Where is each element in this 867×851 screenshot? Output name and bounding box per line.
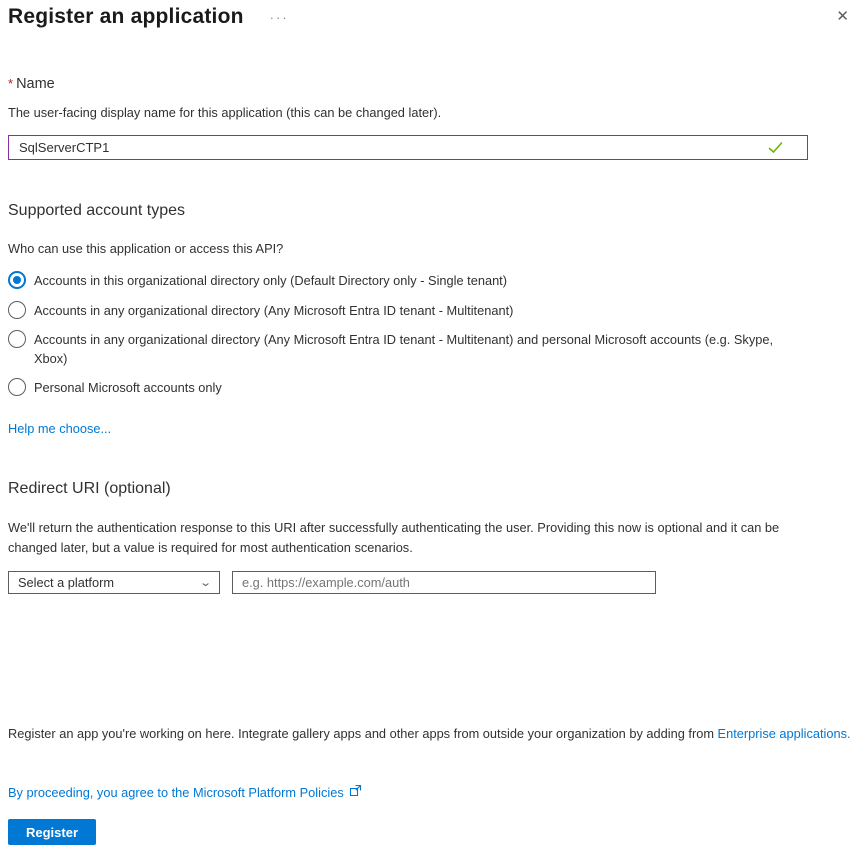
- radio-option-label: Accounts in any organizational directory…: [34, 302, 514, 318]
- radio-unselected-icon[interactable]: [8, 378, 26, 397]
- platform-select-value: Select a platform: [18, 575, 115, 591]
- radio-option-personal-only[interactable]: Personal Microsoft accounts only: [8, 378, 859, 398]
- radio-unselected-icon[interactable]: [8, 330, 26, 349]
- radio-option-multitenant[interactable]: Accounts in any organizational directory…: [8, 300, 859, 321]
- name-input-wrapper: [8, 135, 808, 160]
- enterprise-applications-link[interactable]: Enterprise applications: [718, 726, 847, 741]
- redirect-uri-input[interactable]: [232, 571, 656, 595]
- app-name-input[interactable]: [8, 135, 808, 160]
- radio-option-single-tenant[interactable]: Accounts in this organizational director…: [8, 271, 859, 291]
- platform-policies-link[interactable]: By proceeding, you agree to the Microsof…: [8, 785, 344, 800]
- redirect-uri-controls: Select a platform ⌄: [8, 571, 859, 595]
- close-icon[interactable]: ✕: [836, 9, 849, 24]
- redirect-uri-heading: Redirect URI (optional): [8, 479, 171, 497]
- enterprise-apps-note: Register an app you're working on here. …: [8, 726, 860, 741]
- platform-policies-line: By proceeding, you agree to the Microsof…: [8, 784, 362, 800]
- page-title: Register an application: [8, 5, 244, 28]
- redirect-uri-description: We'll return the authentication response…: [8, 519, 780, 555]
- supported-account-types-heading: Supported account types: [8, 202, 186, 219]
- blade-header: Register an application ··· ✕: [8, 0, 859, 29]
- radio-option-label: Personal Microsoft accounts only: [34, 380, 222, 396]
- register-application-blade: Register an application ··· ✕ * Name The …: [0, 0, 867, 851]
- note-text: Register an app you're working on here. …: [8, 726, 718, 741]
- note-period: .: [847, 726, 851, 741]
- radio-option-label: Accounts in any organizational directory…: [34, 332, 774, 366]
- chevron-down-icon: ⌄: [198, 577, 212, 590]
- radio-option-multitenant-personal[interactable]: Accounts in any organizational directory…: [8, 330, 859, 368]
- radio-selected-icon[interactable]: [8, 271, 26, 289]
- more-menu-icon[interactable]: ···: [270, 11, 289, 24]
- required-asterisk: *: [8, 76, 14, 91]
- account-types-question: Who can use this application or access t…: [8, 241, 284, 256]
- help-me-choose-link[interactable]: Help me choose...: [8, 421, 111, 436]
- account-type-radio-group: Accounts in this organizational director…: [8, 271, 859, 398]
- register-button[interactable]: Register: [8, 819, 96, 845]
- radio-unselected-icon[interactable]: [8, 300, 26, 319]
- external-link-icon: [349, 784, 362, 800]
- name-field-label: * Name: [8, 76, 859, 92]
- name-field-description: The user-facing display name for this ap…: [8, 105, 442, 120]
- platform-select-dropdown[interactable]: Select a platform ⌄: [8, 571, 220, 595]
- radio-option-label: Accounts in this organizational director…: [34, 273, 507, 288]
- name-label-text: Name: [16, 76, 55, 92]
